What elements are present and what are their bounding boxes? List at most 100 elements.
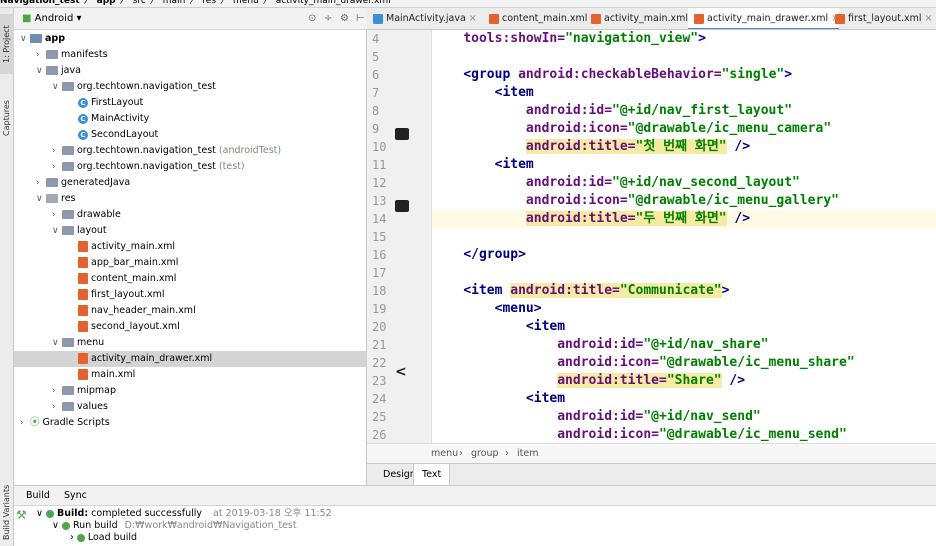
- tree-item[interactable]: second_layout.xml: [14, 319, 367, 335]
- code-line[interactable]: [432, 264, 936, 282]
- tree-item[interactable]: ∨ java: [14, 63, 367, 79]
- code-line[interactable]: <item: [432, 318, 936, 336]
- run-build-path: D:₩work₩android₩Navigation_test: [124, 520, 297, 531]
- code-line[interactable]: android:title="Share" />: [432, 372, 936, 390]
- tree-item[interactable]: › manifests: [14, 47, 367, 63]
- breadcrumb-item[interactable]: Navigation_test: [0, 0, 80, 6]
- build-variants-tool-tab[interactable]: Build Variants: [0, 478, 14, 546]
- tree-item[interactable]: › org.techtown.navigation_test (androidTes…: [14, 143, 367, 159]
- editor-tab[interactable]: activity_main_drawer.xml×: [688, 8, 840, 29]
- build-status-label: Build:: [57, 508, 89, 519]
- code-line[interactable]: android:icon="@drawable/ic_menu_gallery": [432, 192, 936, 210]
- code-line[interactable]: android:id="@+id/nav_send": [432, 408, 936, 426]
- code-token: "두 번째 화면": [635, 211, 727, 226]
- code-crumb-item[interactable]: group: [471, 444, 499, 464]
- tree-item[interactable]: › values: [14, 399, 367, 415]
- tree-item[interactable]: activity_main_drawer.xml: [14, 351, 367, 367]
- code-token: </group>: [463, 247, 526, 262]
- code-line[interactable]: android:icon="@drawable/ic_menu_send": [432, 426, 936, 443]
- breadcrumb-item[interactable]: res: [202, 0, 216, 6]
- tree-item[interactable]: ∨ layout: [14, 223, 367, 239]
- collapse-icon[interactable]: ÷: [324, 8, 332, 30]
- close-icon[interactable]: ×: [469, 13, 477, 24]
- tree-item[interactable]: › org.techtown.navigation_test (test): [14, 159, 367, 175]
- tree-item[interactable]: app_bar_main.xml: [14, 255, 367, 271]
- tree-item[interactable]: content_main.xml: [14, 271, 367, 287]
- code-line[interactable]: <menu>: [432, 300, 936, 318]
- code-token: android:icon=: [525, 121, 628, 136]
- tree-item[interactable]: › generatedJava: [14, 175, 367, 191]
- code-crumb-item[interactable]: item: [517, 444, 538, 464]
- code-line[interactable]: <group android:checkableBehavior="single…: [432, 66, 936, 84]
- editor-tab-label: activity_main.xml: [604, 13, 689, 24]
- code-line[interactable]: tools:showIn="navigation_view">: [432, 30, 936, 48]
- sync-icon[interactable]: ⊙: [308, 8, 316, 30]
- view-selector[interactable]: ■ Android ▾: [22, 8, 82, 30]
- load-build-row[interactable]: › Load build: [70, 531, 137, 545]
- line-number: 6: [372, 68, 380, 82]
- code-crumb-item[interactable]: menu: [431, 444, 458, 464]
- tree-item[interactable]: ∨ res: [14, 191, 367, 207]
- code-line[interactable]: <item android:title="Communicate">: [432, 282, 936, 300]
- build-tab[interactable]: Build: [26, 486, 50, 506]
- tree-item[interactable]: first_layout.xml: [14, 287, 367, 303]
- tree-item[interactable]: › mipmap: [14, 383, 367, 399]
- code-line[interactable]: android:id="@+id/nav_first_layout": [432, 102, 936, 120]
- code-token: />: [726, 211, 751, 226]
- project-tool-tab[interactable]: 1: Project: [0, 14, 14, 74]
- tree-item[interactable]: ∨ app: [14, 31, 367, 47]
- camera-icon[interactable]: [395, 128, 409, 140]
- hide-icon[interactable]: ⊢: [356, 8, 365, 30]
- sync-tab[interactable]: Sync: [64, 486, 87, 506]
- editor-tab[interactable]: first_layout.xml ×: [829, 8, 933, 29]
- tree-item-label: mipmap: [77, 385, 117, 396]
- breadcrumb-item[interactable]: app: [97, 0, 116, 6]
- breadcrumb-item[interactable]: menu: [233, 0, 259, 6]
- tree-item[interactable]: C MainActivity: [14, 111, 367, 127]
- hammer-icon[interactable]: ⚒: [16, 508, 27, 522]
- tree-item[interactable]: activity_main.xml: [14, 239, 367, 255]
- code-token: "@drawable/ic_menu_share": [658, 355, 855, 370]
- folder-icon: [30, 34, 42, 43]
- code-line[interactable]: [432, 228, 936, 246]
- code-line[interactable]: <item: [432, 84, 936, 102]
- share-icon[interactable]: <: [395, 364, 407, 380]
- editor-tab[interactable]: content_main.xml×: [483, 8, 598, 29]
- tree-item[interactable]: › drawable: [14, 207, 367, 223]
- xml-file-icon: [78, 353, 88, 364]
- tree-item[interactable]: main.xml: [14, 367, 367, 383]
- code-line[interactable]: android:title="첫 번째 화면" />: [432, 138, 936, 156]
- code-line[interactable]: android:icon="@drawable/ic_menu_camera": [432, 120, 936, 138]
- code-editor[interactable]: tools:showIn="navigation_view"> <group a…: [432, 30, 936, 443]
- code-line[interactable]: android:id="@+id/nav_second_layout": [432, 174, 936, 192]
- file-icon: [373, 13, 383, 24]
- tree-item[interactable]: C FirstLayout: [14, 95, 367, 111]
- code-line[interactable]: <item: [432, 156, 936, 174]
- tree-item[interactable]: C SecondLayout: [14, 127, 367, 143]
- gear-icon[interactable]: ⚙: [340, 8, 349, 30]
- gallery-icon[interactable]: [395, 200, 409, 212]
- code-line[interactable]: <item: [432, 390, 936, 408]
- tree-item-label: MainActivity: [91, 113, 150, 124]
- tree-item[interactable]: ∨ org.techtown.navigation_test: [14, 79, 367, 95]
- code-line[interactable]: </group>: [432, 246, 936, 264]
- breadcrumb-item[interactable]: main: [163, 0, 186, 6]
- editor-mode-tab-text[interactable]: Text: [413, 464, 451, 486]
- code-line[interactable]: [432, 48, 936, 66]
- close-icon[interactable]: ×: [925, 13, 933, 24]
- code-line[interactable]: android:title="두 번째 화면" />: [432, 210, 936, 228]
- tree-item[interactable]: ∨ menu: [14, 335, 367, 351]
- editor-tab[interactable]: MainActivity.java ×: [367, 8, 477, 29]
- breadcrumb-item[interactable]: src: [133, 0, 146, 6]
- crumb-separator: ›: [505, 448, 509, 459]
- captures-tool-tab[interactable]: Captures: [0, 88, 14, 148]
- folder-icon: [62, 338, 74, 347]
- breadcrumb-item[interactable]: activity_main_drawer.xml: [276, 0, 391, 6]
- tree-item[interactable]: › ⦿ Gradle Scripts: [14, 415, 367, 431]
- code-line[interactable]: android:id="@+id/nav_share": [432, 336, 936, 354]
- tree-item[interactable]: nav_header_main.xml: [14, 303, 367, 319]
- code-line[interactable]: android:icon="@drawable/ic_menu_share": [432, 354, 936, 372]
- editor-tab[interactable]: activity_main.xml×: [585, 8, 699, 29]
- line-number: 20: [372, 320, 387, 334]
- tree-item-label: org.techtown.navigation_test: [77, 81, 216, 92]
